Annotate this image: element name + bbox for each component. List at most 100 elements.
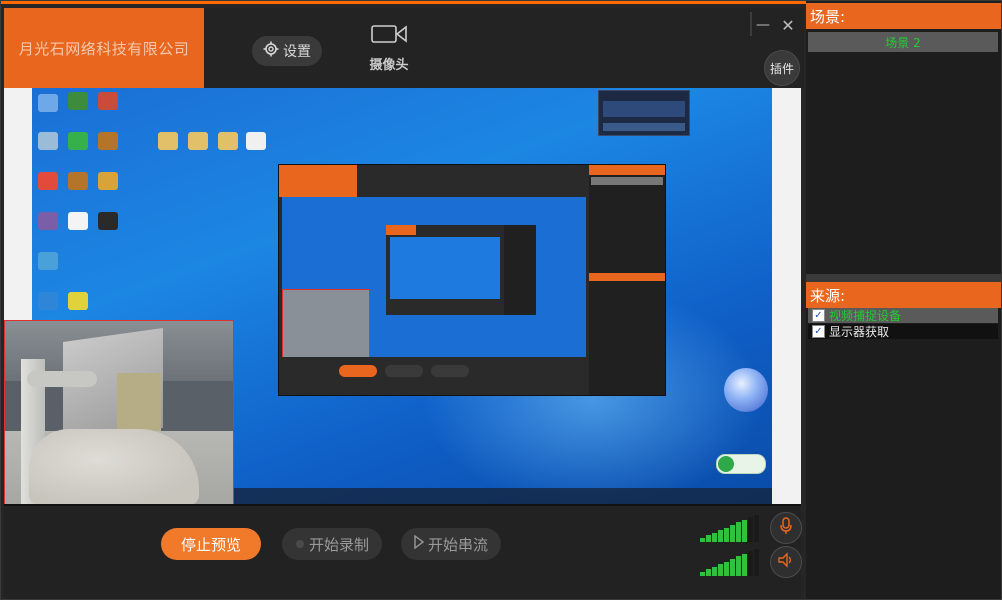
desktop-icon xyxy=(68,172,88,190)
gadget-badge xyxy=(718,456,734,472)
stop-preview-label: 停止预览 xyxy=(180,535,241,554)
microphone-button[interactable] xyxy=(770,512,802,544)
start-record-button[interactable]: 开始录制 xyxy=(282,528,382,560)
meter-bar xyxy=(706,569,711,576)
desktop-icon xyxy=(98,92,118,110)
start-record-label: 开始录制 xyxy=(308,535,369,554)
widget-row xyxy=(603,123,685,131)
meter-bar xyxy=(736,556,741,576)
nested-stop-button xyxy=(339,365,377,377)
speaker-level-meter xyxy=(700,546,764,576)
meter-bar xyxy=(730,559,735,576)
meter-bar xyxy=(748,517,753,542)
meter-bar xyxy=(736,522,741,542)
nested-sidebar xyxy=(589,165,665,395)
scene-list[interactable]: 场景 2 xyxy=(806,30,1002,274)
meter-bar xyxy=(754,514,759,542)
meter-bar xyxy=(712,532,717,542)
nested2-preview xyxy=(390,237,500,299)
folder-icon xyxy=(188,132,208,150)
desktop-icon xyxy=(68,132,88,150)
meter-bar xyxy=(724,561,729,576)
nested-record-button xyxy=(385,365,423,377)
camera-button[interactable]: 摄像头 xyxy=(354,24,424,80)
nested-stream-button xyxy=(431,365,469,377)
desktop-icon xyxy=(98,172,118,190)
settings-button[interactable]: 设置 xyxy=(252,36,322,66)
speaker-icon xyxy=(777,552,795,572)
desktop-icon xyxy=(38,252,58,270)
camera-scene-hand xyxy=(29,429,199,504)
meter-bar xyxy=(754,548,759,576)
source-list[interactable]: ✓ 视频捕捉设备 ✓ 显示器获取 xyxy=(806,308,1002,600)
desktop-icon xyxy=(68,292,88,310)
meter-bar xyxy=(748,551,753,576)
folder-icon xyxy=(158,132,178,150)
source-item-display-capture[interactable]: ✓ 显示器获取 xyxy=(808,324,998,339)
desktop-gadget-orb xyxy=(724,368,768,412)
checkbox-checked-icon[interactable]: ✓ xyxy=(812,325,825,338)
source-item-video-capture[interactable]: ✓ 视频捕捉设备 xyxy=(808,308,998,323)
desktop-icon xyxy=(68,92,88,110)
desktop-icon xyxy=(98,132,118,150)
app-window: 月光石网络科技有限公司 设置 摄像头 — ✕ 插件 停止预览 开始录制 开始串流… xyxy=(0,0,1002,600)
meter-bar xyxy=(730,525,735,542)
nested2-sidebar xyxy=(504,225,536,315)
start-stream-button[interactable]: 开始串流 xyxy=(401,528,501,560)
desktop-icon xyxy=(38,172,58,190)
desktop-icon xyxy=(38,132,58,150)
nested-brand xyxy=(279,165,357,197)
source-label: 显示器获取 xyxy=(829,325,890,339)
meter-bar xyxy=(718,564,723,576)
meter-bar xyxy=(706,535,711,542)
preview-canvas[interactable] xyxy=(4,88,801,504)
toolbar: 设置 摄像头 — ✕ 插件 xyxy=(204,8,804,88)
nested-camera-inset xyxy=(282,289,370,357)
scene-item[interactable]: 场景 2 xyxy=(808,32,998,52)
scenes-header: 场景: xyxy=(806,3,1002,29)
stop-preview-button[interactable]: 停止预览 xyxy=(161,528,261,560)
meter-bar xyxy=(712,566,717,576)
minimize-button[interactable]: — xyxy=(752,14,774,36)
folder-icon xyxy=(218,132,238,150)
plugin-button[interactable]: 插件 xyxy=(764,50,800,86)
desktop-icon xyxy=(38,94,58,112)
speaker-button[interactable] xyxy=(770,546,802,578)
camera-scene-grip xyxy=(27,371,97,387)
record-dot-icon xyxy=(295,535,305,553)
browser-icon xyxy=(38,292,58,310)
nested-source-header xyxy=(589,273,665,281)
brand-logo-text: 月光石网络科技有限公司 xyxy=(4,8,204,88)
sources-header: 来源: xyxy=(806,282,1002,308)
nested-scene-header xyxy=(589,165,665,175)
nested2-brand xyxy=(386,225,416,235)
nested-scene-item xyxy=(591,177,663,185)
widget-bar xyxy=(603,101,685,117)
right-panel: 场景: 场景 2 来源: ✓ 视频捕捉设备 ✓ 显示器获取 xyxy=(806,0,1002,600)
source-label: 视频捕捉设备 xyxy=(829,309,902,323)
play-triangle-icon xyxy=(414,534,425,553)
camera-inset[interactable] xyxy=(4,320,234,504)
nested-preview xyxy=(282,197,586,357)
video-camera-icon xyxy=(371,24,407,48)
file-icon xyxy=(68,212,88,230)
nested-app-capture xyxy=(386,225,536,315)
recursive-app-capture xyxy=(278,164,666,396)
settings-label: 设置 xyxy=(283,44,311,60)
microphone-icon xyxy=(779,517,793,539)
desktop-icon xyxy=(98,212,118,230)
meter-bar xyxy=(724,527,729,542)
meter-bar xyxy=(718,530,723,542)
file-icon xyxy=(246,132,266,150)
checkbox-checked-icon[interactable]: ✓ xyxy=(812,309,825,322)
control-bar: 停止预览 开始录制 开始串流 xyxy=(4,504,802,600)
close-button[interactable]: ✕ xyxy=(776,14,800,36)
start-stream-label: 开始串流 xyxy=(427,535,488,554)
main-area: 月光石网络科技有限公司 设置 摄像头 — ✕ 插件 停止预览 开始录制 开始串流 xyxy=(0,4,806,600)
panel-divider xyxy=(806,274,1002,282)
meter-bar xyxy=(700,538,705,542)
microphone-level-meter xyxy=(700,512,764,542)
meter-bar xyxy=(700,572,705,576)
desktop-notification-widget xyxy=(598,90,690,136)
desktop-speed-gadget xyxy=(716,454,766,474)
